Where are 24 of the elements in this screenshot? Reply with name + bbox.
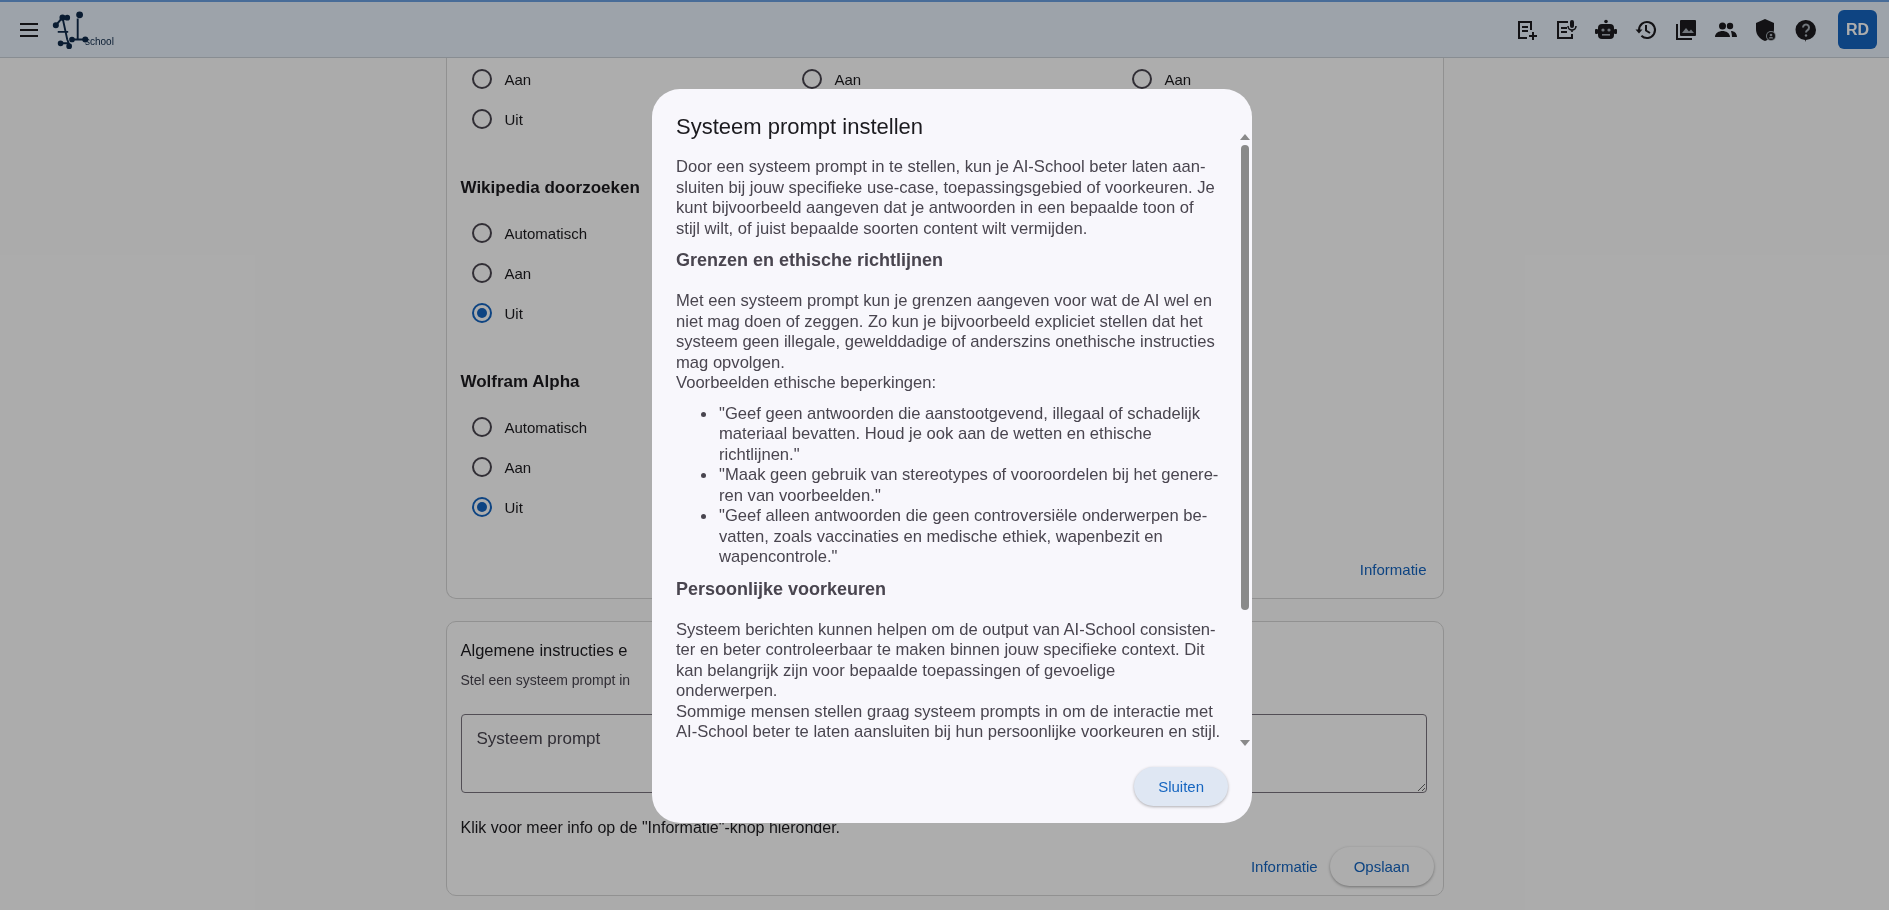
dialog-title: Systeem prompt instellen bbox=[676, 113, 923, 141]
radio-label: Uit bbox=[504, 304, 523, 322]
radio-label: Aan bbox=[1164, 70, 1192, 88]
section-heading: Grenzen en ethische richtlijnen bbox=[676, 249, 944, 271]
radio-label: Aan bbox=[504, 264, 532, 282]
radio-label: Aan bbox=[504, 458, 532, 476]
group-title: Wolfram Alpha bbox=[460, 371, 580, 393]
radio-label: Uit bbox=[504, 498, 523, 516]
radio-label: Aan bbox=[834, 70, 862, 88]
radio-label: Aan bbox=[504, 70, 532, 88]
radio-label: Automatisch bbox=[504, 418, 588, 436]
paragraph: Met een systeem prompt kun je grenzen aangeven voor wat de AI wel en niet mag doen of zeggen. Zo kun je bijvoorbeeld expliciet stellen dat het systeem geen illegale, gewelddadige of anderszins onethische instructies mag opvolgen. Voorbeelden ethische beperkingen: bbox=[676, 291, 1216, 394]
paragraph: Systeem berichten kunnen helpen om de output van AI-School consisten- ter en beter controleerbaar te maken binnen jouw specifieke context. Dit kan belangrijk zijn voor bepaalde toepassingen of gevoelige onderwerpen. Sommige mensen stellen graag systeem prompts in om de interactie met AI-School beter te laten aansluiten bij hun persoonlijke voorkeuren en stijl. bbox=[676, 619, 1222, 743]
group-title: Wikipedia doorzoeken bbox=[460, 177, 640, 199]
radio-label: Uit bbox=[504, 110, 523, 128]
card-title: Algemene instructies e bbox=[460, 640, 628, 661]
card-subtitle: Stel een systeem prompt in bbox=[460, 671, 631, 690]
paragraph: Door een systeem prompt in te stellen, kun je AI-School beter laten aan- sluiten bij jouw specifieke use-case, toepassingsgebied of voorkeuren. Je kunt bijvoorbeeld aangeven dat je antwoorden in een bepaalde toon of stijl wilt, of juist bepaalde soorten content wilt vermijden. bbox=[676, 157, 1216, 239]
list-item: "Geef geen antwoorden die aanstootgevend, illegaal of schadelijk materiaal bevatten. Houd je ook aan de wetten en ethische richtlijnen." bbox=[719, 403, 1200, 465]
section-heading: Persoonlijke voorkeuren bbox=[676, 577, 887, 600]
list-item: "Geef alleen antwoorden die geen controversiële onderwerpen be- vatten, zoals vaccinaties en medische ethiek, wapenbezit en wapencontrole." bbox=[719, 506, 1208, 568]
hint-text: Klik voor meer info op de "Informatie"-knop hieronder. bbox=[460, 818, 842, 838]
radio-label: Automatisch bbox=[504, 224, 588, 242]
list-item: "Maak geen gebruik van stereotypes of vooroordelen bij het genere- ren van voorbeelden." bbox=[719, 465, 1219, 506]
